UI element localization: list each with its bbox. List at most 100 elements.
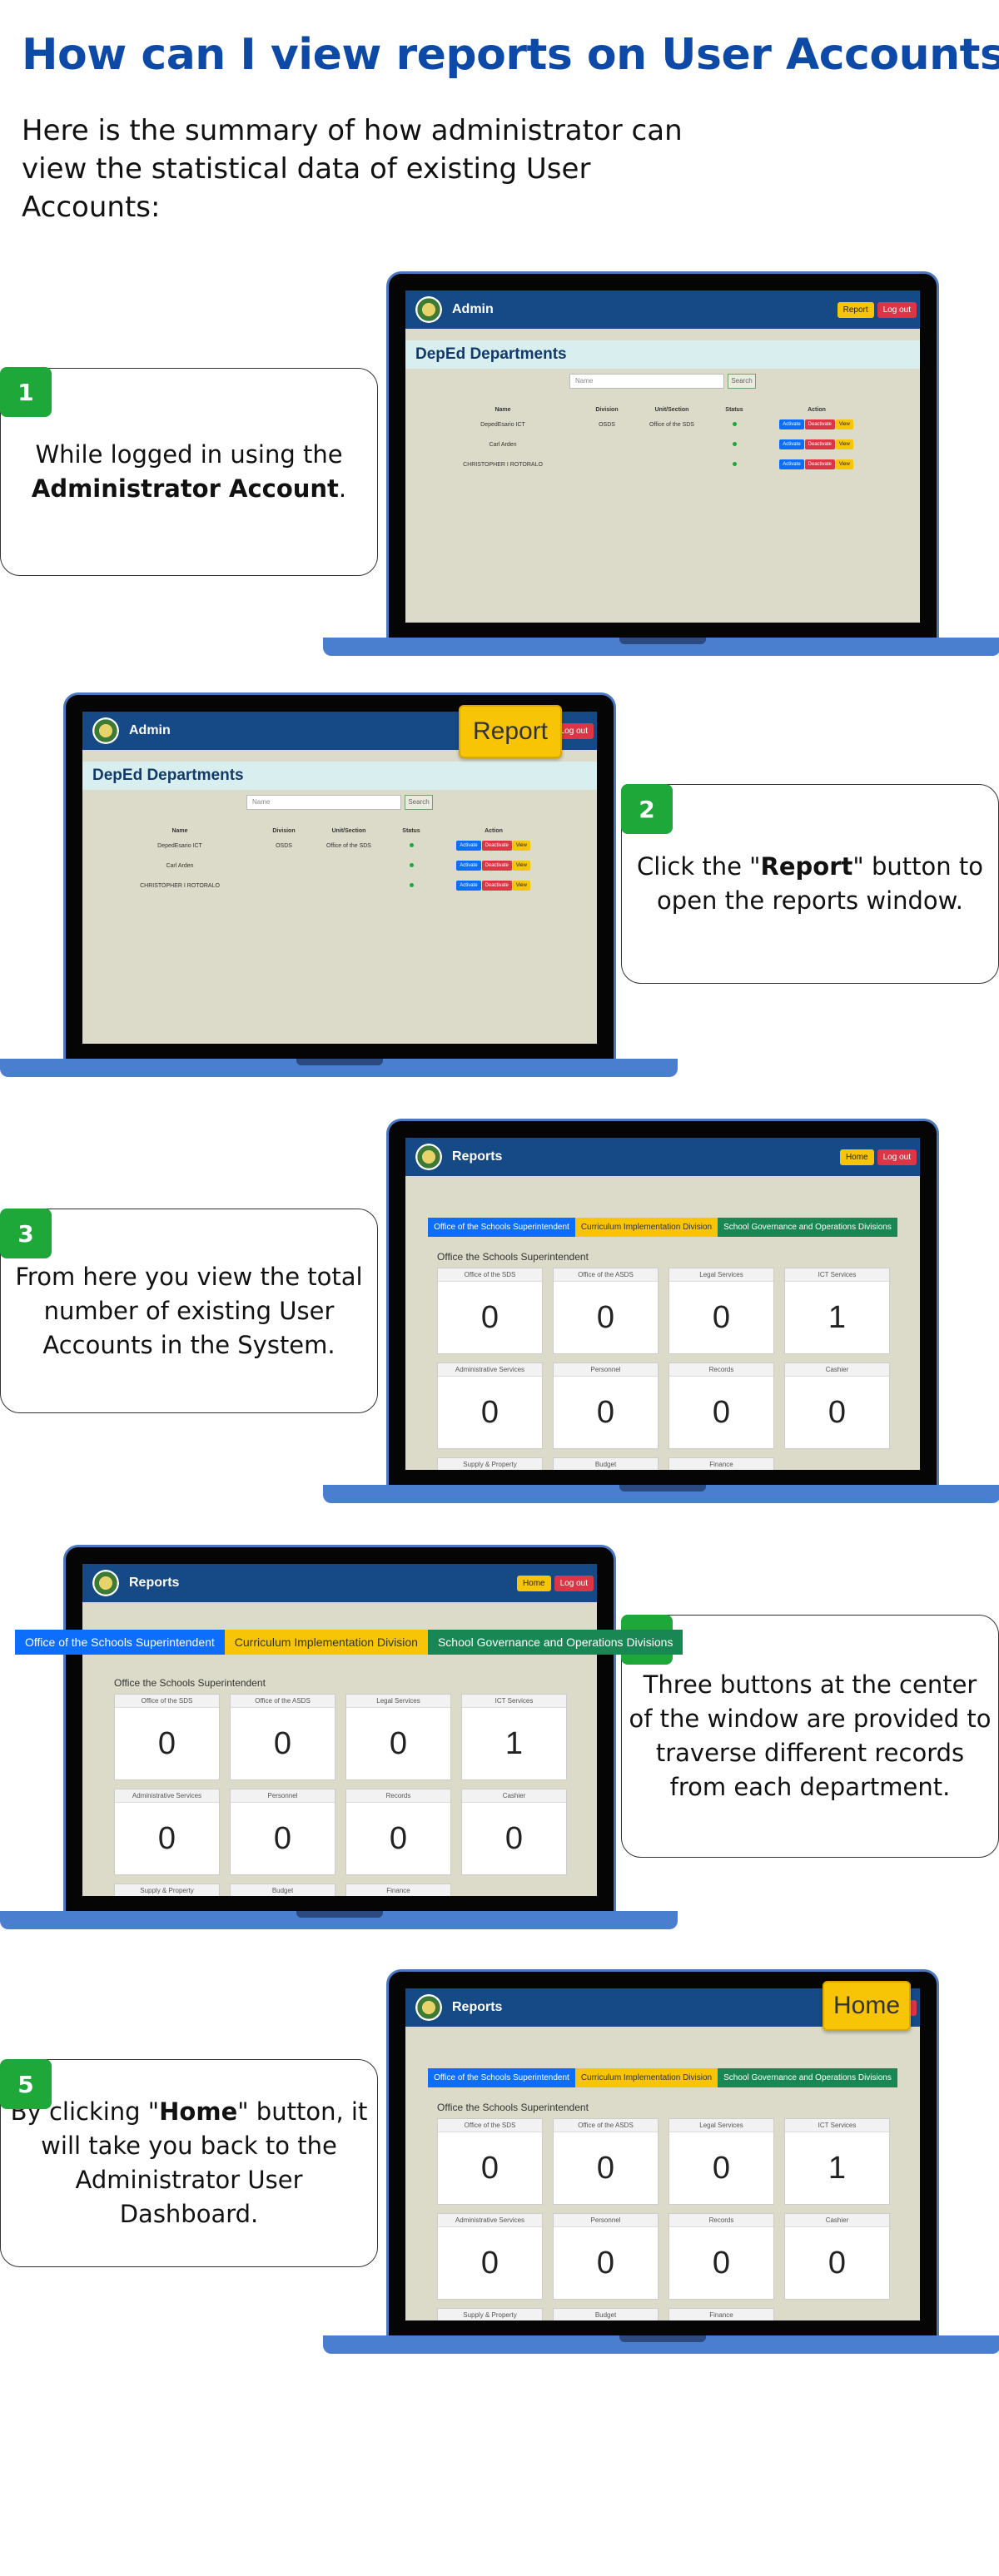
card-label: Records bbox=[346, 1789, 450, 1803]
report-card: ICT Services 1 bbox=[784, 1268, 890, 1354]
report-cards: Office of the SDS 0 Office of the ASDS 0 Leg… bbox=[437, 2118, 893, 2320]
card-count: 0 bbox=[712, 1299, 731, 1335]
cell-unit bbox=[309, 876, 389, 896]
laptop-screen: Admin ReportLog out DepEd Departments Name S… bbox=[405, 290, 920, 623]
activate-button[interactable]: Activate bbox=[779, 419, 804, 429]
step-3-text: From here you view the total number of e… bbox=[15, 1262, 363, 1359]
step-2-text: Click the "Report" button to open the re… bbox=[637, 852, 983, 915]
deped-logo bbox=[415, 1144, 442, 1170]
deactivate-button[interactable]: Deactivate bbox=[481, 861, 512, 871]
report-card: Finance bbox=[668, 2308, 774, 2320]
card-count: 0 bbox=[157, 1725, 176, 1761]
tab-division-2[interactable]: Curriculum Implementation Division bbox=[574, 2068, 718, 2087]
division-tabs: Office of the Schools Superintendent Curr… bbox=[405, 1218, 920, 1237]
tab-division-3[interactable]: School Governance and Operations Divisio… bbox=[718, 2068, 897, 2087]
report-card: Supply & Property bbox=[437, 1457, 543, 1470]
view-button[interactable]: View bbox=[835, 459, 853, 469]
step-5-box: By clicking "Home" button, it will take … bbox=[0, 2059, 378, 2267]
step-4-text: Three buttons at the center of the windo… bbox=[629, 1670, 992, 1801]
deped-logo bbox=[92, 717, 119, 744]
card-count: 0 bbox=[480, 1299, 500, 1335]
deactivate-button[interactable]: Deactivate bbox=[481, 881, 512, 891]
home-button[interactable]: Home bbox=[839, 1149, 874, 1165]
deactivate-button[interactable]: Deactivate bbox=[481, 841, 512, 851]
card-count: 1 bbox=[504, 1725, 524, 1761]
laptop-notch bbox=[619, 638, 706, 644]
card-label: ICT Services bbox=[785, 2119, 889, 2132]
view-button[interactable]: View bbox=[835, 419, 853, 429]
cell-name: Carl Arden bbox=[166, 862, 194, 869]
card-label: Cashier bbox=[785, 1363, 889, 1377]
cell-status bbox=[389, 836, 434, 856]
navbar-buttons: HomeLog out bbox=[839, 1138, 920, 1176]
report-card: Cashier 0 bbox=[784, 1362, 890, 1449]
cell-name: CHRISTOPHER I ROTORALO bbox=[463, 461, 543, 468]
card-count: 0 bbox=[596, 1299, 615, 1335]
activate-button[interactable]: Activate bbox=[779, 439, 804, 449]
search-button[interactable]: Search bbox=[728, 374, 756, 389]
cell-unit: Office of the SDS bbox=[649, 421, 694, 428]
page-subtitle: Here is the summary of how administrator… bbox=[22, 114, 683, 224]
cell-actions: Activate Deactivate View bbox=[434, 836, 554, 856]
home-callout[interactable]: Home bbox=[823, 1981, 911, 2031]
deactivate-button[interactable]: Deactivate bbox=[804, 419, 835, 429]
status-dot bbox=[409, 842, 414, 847]
logout-button[interactable]: Log out bbox=[554, 1575, 594, 1591]
section-label: Office the Schools Superintendent bbox=[114, 1677, 266, 1689]
card-label: Finance bbox=[669, 1458, 773, 1470]
cell-status bbox=[389, 856, 434, 876]
card-count: 1 bbox=[828, 2150, 847, 2186]
navbar-buttons: ReportLog out bbox=[837, 290, 920, 329]
card-label: Cashier bbox=[785, 2214, 889, 2227]
activate-button[interactable]: Activate bbox=[779, 459, 804, 469]
search-input[interactable]: Name bbox=[246, 795, 401, 810]
tab-division-1[interactable]: Office of the Schools Superintendent bbox=[428, 1218, 575, 1237]
report-card: Personnel 0 bbox=[230, 1789, 335, 1875]
search-button[interactable]: Search bbox=[405, 795, 433, 810]
view-button[interactable]: View bbox=[512, 881, 530, 891]
card-label: Office of the SDS bbox=[115, 1695, 219, 1708]
tab-division-enlarged-3[interactable]: School Governance and Operations Divisio… bbox=[427, 1630, 683, 1655]
report-card: Records 0 bbox=[345, 1789, 451, 1875]
report-button[interactable]: Report bbox=[837, 301, 874, 318]
report-card: Legal Services 0 bbox=[345, 1694, 451, 1780]
cell-name: CHRISTOPHER I ROTORALO bbox=[140, 882, 220, 889]
cell-status bbox=[712, 414, 757, 434]
home-button[interactable]: Home bbox=[516, 1575, 551, 1591]
card-count: 0 bbox=[596, 1394, 615, 1430]
step-1-badge: 1 bbox=[0, 367, 52, 417]
step-5-bold: Home bbox=[159, 2097, 238, 2126]
report-card: Personnel 0 bbox=[553, 1362, 659, 1449]
tab-division-enlarged-2[interactable]: Curriculum Implementation Division bbox=[224, 1630, 428, 1655]
view-button[interactable]: View bbox=[512, 861, 530, 871]
logout-button[interactable]: Log out bbox=[877, 301, 917, 318]
view-button[interactable]: View bbox=[512, 841, 530, 851]
view-button[interactable]: View bbox=[835, 439, 853, 449]
card-label: Finance bbox=[346, 1884, 450, 1896]
activate-button[interactable]: Activate bbox=[456, 881, 481, 891]
card-label: Supply & Property bbox=[438, 2309, 542, 2320]
tab-division-enlarged-1[interactable]: Office of the Schools Superintendent bbox=[15, 1630, 225, 1655]
search-input[interactable]: Name bbox=[569, 374, 724, 389]
card-label: Office of the SDS bbox=[438, 1268, 542, 1282]
card-label: Supply & Property bbox=[438, 1458, 542, 1470]
column-header: Action bbox=[808, 407, 826, 413]
deactivate-button[interactable]: Deactivate bbox=[804, 459, 835, 469]
cell-division bbox=[259, 856, 309, 876]
column-header: Name bbox=[495, 407, 511, 413]
tab-division-1[interactable]: Office of the Schools Superintendent bbox=[428, 2068, 575, 2087]
cell-status bbox=[712, 434, 757, 454]
status-dot bbox=[732, 441, 737, 446]
card-label: ICT Services bbox=[785, 1268, 889, 1282]
activate-button[interactable]: Activate bbox=[456, 861, 481, 871]
tab-division-3[interactable]: School Governance and Operations Divisio… bbox=[718, 1218, 897, 1237]
report-card: Records 0 bbox=[668, 2213, 774, 2300]
activate-button[interactable]: Activate bbox=[456, 841, 481, 851]
departments-title: DepEd Departments bbox=[405, 340, 920, 369]
report-callout[interactable]: Report bbox=[459, 705, 562, 758]
tab-division-2[interactable]: Curriculum Implementation Division bbox=[574, 1218, 718, 1237]
deactivate-button[interactable]: Deactivate bbox=[804, 439, 835, 449]
card-count: 0 bbox=[828, 1394, 847, 1430]
cell-unit bbox=[632, 454, 712, 474]
logout-button[interactable]: Log out bbox=[877, 1149, 917, 1165]
